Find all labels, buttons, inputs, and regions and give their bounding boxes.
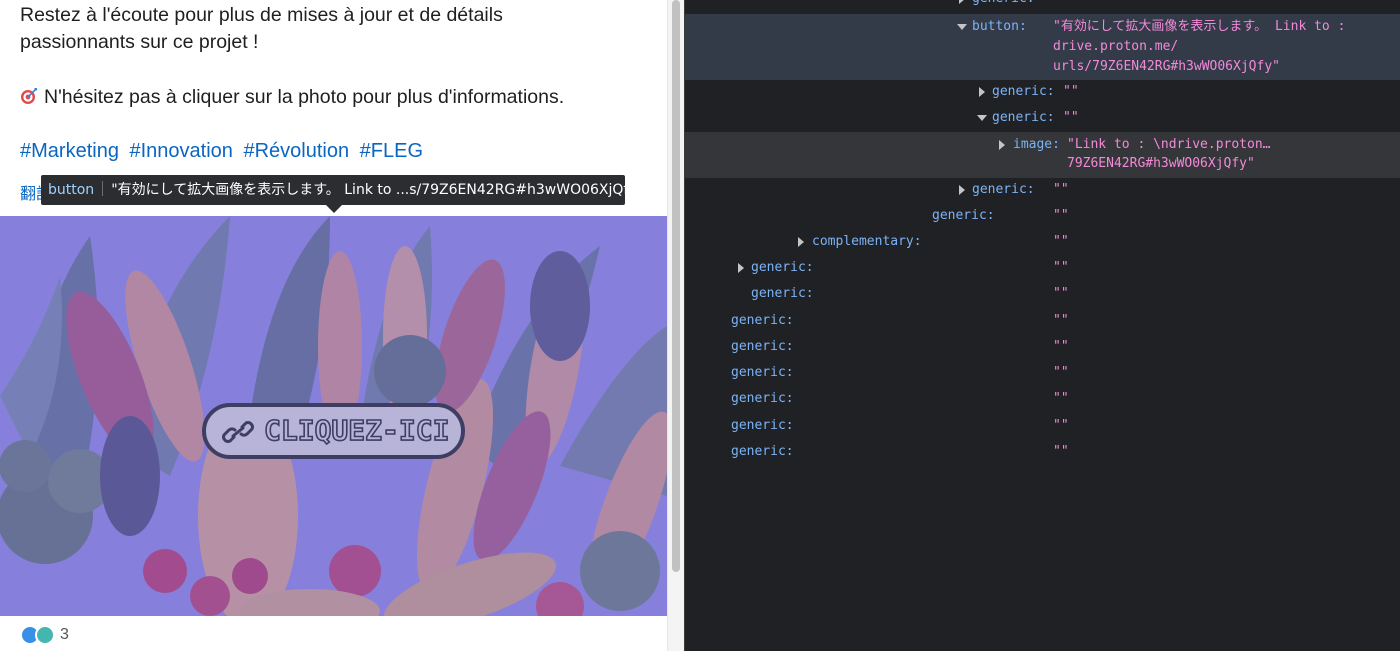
tree-node-generic[interactable]: generic: "": [685, 281, 1400, 307]
tree-node-generic[interactable]: generic: "": [685, 386, 1400, 412]
tree-node-generic[interactable]: generic: "": [685, 308, 1400, 334]
tooltip-arrow: [326, 205, 342, 213]
hashtag-list: #Marketing #Innovation #Révolution #FLEG: [20, 138, 428, 165]
link-icon: [222, 421, 254, 443]
post-pane: Restez à l'écoute pour plus de mises à j…: [0, 0, 684, 651]
tooltip-role: button: [48, 182, 95, 198]
post-image-button[interactable]: CLIQUEZ-ICI: [0, 216, 667, 616]
expand-arrow-icon[interactable]: [798, 237, 804, 247]
expand-arrow-icon[interactable]: [959, 0, 965, 4]
hashtag-revolution[interactable]: #Révolution: [243, 140, 349, 162]
post-line-3-text: N'hésitez pas à cliquer sur la photo pou…: [44, 86, 565, 108]
reaction-count: 3: [60, 626, 69, 643]
target-emoji-icon: [21, 88, 37, 104]
tree-node-generic[interactable]: generic: "": [685, 334, 1400, 360]
tree-node-image[interactable]: image: "Link to : \ndrive.proton… 79Z6EN…: [685, 132, 1400, 178]
expand-arrow-icon[interactable]: [999, 140, 1005, 150]
reactions-summary[interactable]: 3: [20, 624, 69, 646]
tree-node-button-selected[interactable]: button: "有効にして拡大画像を表示します。 Link to : driv…: [685, 14, 1400, 80]
tree-node-generic-expanded[interactable]: generic: "": [685, 105, 1400, 131]
tree-node-generic[interactable]: generic: "": [685, 177, 1400, 203]
tree-node-generic[interactable]: generic: "": [685, 79, 1400, 105]
tree-node-generic[interactable]: generic: "": [685, 439, 1400, 465]
tree-node-generic[interactable]: generic: "": [685, 413, 1400, 439]
funny-reaction-icon: [35, 625, 55, 645]
tree-node-complementary[interactable]: complementary: "": [685, 229, 1400, 255]
cliquez-ici-label: CLIQUEZ-ICI: [263, 413, 450, 448]
expand-arrow-icon[interactable]: [959, 185, 965, 195]
tooltip-accessible-name: "有効にして拡大画像を表示します。 Link to ...s/79Z6EN42R…: [111, 182, 643, 198]
expand-arrow-icon[interactable]: [979, 87, 985, 97]
hashtag-innovation[interactable]: #Innovation: [130, 140, 233, 162]
expand-arrow-icon[interactable]: [738, 263, 744, 273]
accessibility-tree-pane: generic: button: "有効にして拡大画像を表示します。 Link …: [684, 0, 1400, 651]
post-line-1: Restez à l'écoute pour plus de mises à j…: [20, 4, 503, 26]
tree-node-generic[interactable]: generic: "": [685, 360, 1400, 386]
inspector-tooltip: button "有効にして拡大画像を表示します。 Link to ...s/79Z…: [41, 175, 643, 213]
hashtag-marketing[interactable]: #Marketing: [20, 140, 119, 162]
hashtag-fleg[interactable]: #FLEG: [360, 140, 423, 162]
tree-node-generic[interactable]: generic: "": [685, 203, 1400, 229]
cliquez-ici-badge: CLIQUEZ-ICI: [202, 403, 465, 459]
collapse-arrow-icon[interactable]: [977, 115, 987, 121]
post-line-2: passionnants sur ce projet !: [20, 31, 259, 53]
tree-node-generic[interactable]: generic:: [685, 0, 1400, 12]
tree-node-generic[interactable]: generic: "": [685, 255, 1400, 281]
post-line-3: N'hésitez pas à cliquer sur la photo pou…: [20, 84, 660, 111]
collapse-arrow-icon[interactable]: [957, 24, 967, 30]
post-scrollbar-thumb[interactable]: [672, 0, 680, 572]
tooltip-separator: [102, 181, 104, 196]
post-scrollbar[interactable]: [667, 0, 684, 651]
post-body: Restez à l'écoute pour plus de mises à j…: [20, 2, 660, 111]
